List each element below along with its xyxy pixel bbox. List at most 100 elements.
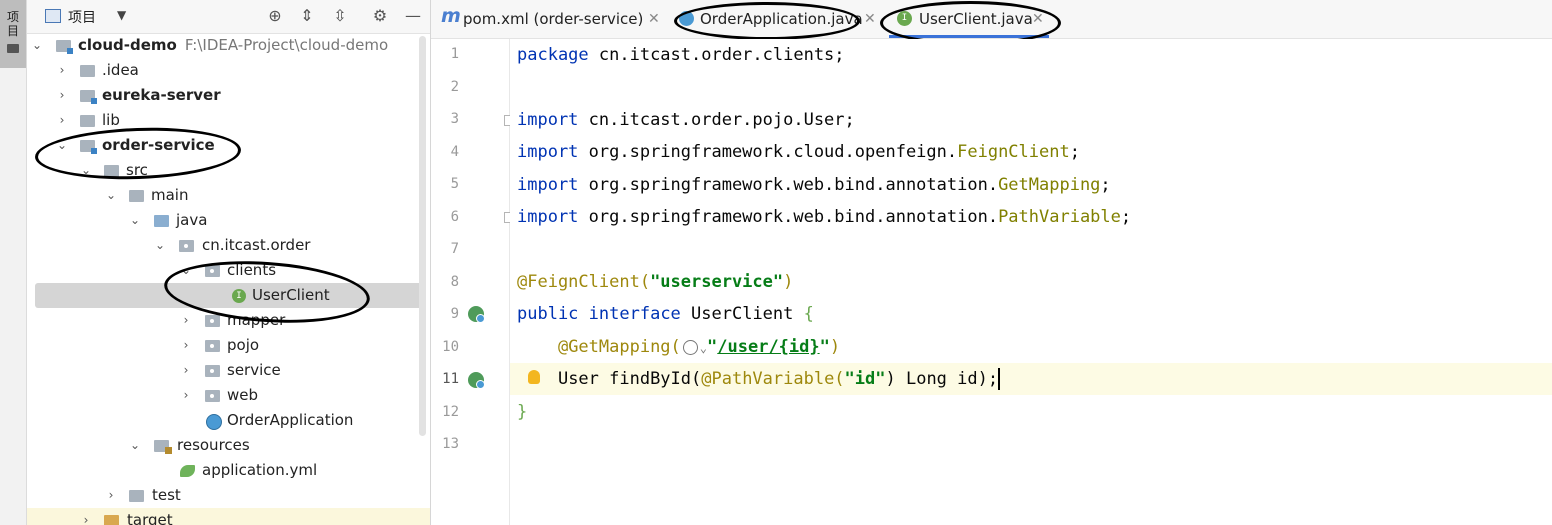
package-icon	[205, 315, 220, 327]
yaml-file-icon	[180, 465, 195, 477]
spring-class-icon	[206, 414, 222, 430]
tree-item-resources[interactable]: ⌄ resources	[27, 433, 430, 458]
tab-label: pom.xml (order-service)	[463, 10, 644, 28]
tree-item-target[interactable]: › target	[27, 508, 430, 525]
chevron-down-icon[interactable]: ⌄	[129, 433, 141, 458]
tree-item-web[interactable]: › web	[27, 383, 430, 408]
chevron-down-icon[interactable]: ⌄	[129, 208, 141, 233]
tree-item-java[interactable]: ⌄ java	[27, 208, 430, 233]
chevron-right-icon[interactable]: ›	[56, 83, 68, 108]
line-number: 2	[450, 79, 459, 95]
folder-icon	[129, 490, 144, 502]
project-tool-tab[interactable]: 项目	[0, 0, 26, 68]
tree-item-lib[interactable]: › lib	[27, 108, 430, 133]
tab-pom-xml[interactable]: m pom.xml (order-service) ✕	[441, 0, 671, 38]
tree-item-label: java	[176, 211, 208, 229]
line-number: 7	[450, 241, 459, 257]
package-icon	[205, 340, 220, 352]
source-folder-icon	[154, 215, 169, 227]
chevron-right-icon[interactable]: ›	[180, 358, 192, 383]
project-panel-title: 项目	[68, 10, 96, 26]
tree-item-pojo[interactable]: › pojo	[27, 333, 430, 358]
tree-item-application-yml[interactable]: application.yml	[27, 458, 430, 483]
code-line-8: @FeignClient("userservice")	[517, 272, 794, 292]
tree-item-label: test	[152, 486, 181, 504]
tree-item-eureka-server[interactable]: › eureka-server	[27, 83, 430, 108]
project-panel-header: 项目 ▼ ⊕ ⇕ ⇳ ⚙ —	[27, 0, 430, 34]
close-icon[interactable]: ✕	[864, 0, 876, 38]
tree-item-cloud-demo[interactable]: ⌄ cloud-demo F:\IDEA-Project\cloud-demo	[27, 33, 430, 58]
hide-panel-icon[interactable]: —	[402, 5, 424, 27]
resources-folder-icon	[154, 440, 172, 454]
expand-all-icon[interactable]: ⇕	[296, 5, 318, 27]
endpoint-gutter-icon[interactable]	[468, 372, 485, 389]
line-number: 12	[442, 404, 459, 420]
code-line-5: import org.springframework.web.bind.anno…	[517, 175, 1111, 195]
tree-item-label: OrderApplication	[227, 411, 354, 429]
line-number: 6	[450, 209, 459, 225]
tree-item-idea[interactable]: › .idea	[27, 58, 430, 83]
tree-item-label: .idea	[102, 61, 139, 79]
chevron-right-icon[interactable]: ›	[56, 108, 68, 133]
close-icon[interactable]: ✕	[648, 0, 660, 38]
code-line-10: @GetMapping(⌄"/user/{id}")	[557, 337, 841, 357]
chevron-right-icon[interactable]: ›	[180, 333, 192, 358]
code-line-9: public interface UserClient {	[517, 304, 814, 324]
folder-icon	[7, 44, 19, 53]
code-editor[interactable]: package cn.itcast.order.clients; import …	[510, 39, 1552, 525]
line-number: 5	[450, 176, 459, 192]
tree-item-cn-itcast-order[interactable]: ⌄ cn.itcast.order	[27, 233, 430, 258]
project-window-icon	[45, 9, 61, 23]
code-line-12: }	[517, 402, 528, 422]
chevron-right-icon[interactable]: ›	[180, 308, 192, 333]
chevron-down-icon[interactable]: ▼	[117, 8, 126, 22]
editor-tab-bar: m pom.xml (order-service) ✕ OrderApplica…	[431, 0, 1552, 45]
tree-item-label: application.yml	[202, 461, 318, 479]
globe-icon[interactable]	[682, 339, 698, 355]
tree-item-service[interactable]: › service	[27, 358, 430, 383]
package-icon	[179, 240, 194, 252]
tree-item-label: service	[227, 361, 281, 379]
line-number: 4	[450, 144, 459, 160]
tree-item-label: main	[151, 186, 189, 204]
line-number: 13	[442, 436, 459, 452]
code-line-6: import org.springframework.web.bind.anno…	[517, 207, 1132, 227]
url-link[interactable]: /user/{id}	[717, 337, 819, 357]
tree-item-label: pojo	[227, 336, 260, 354]
chevron-down-icon[interactable]: ⌄	[105, 183, 117, 208]
tree-item-label: cn.itcast.order	[202, 236, 311, 254]
locate-icon[interactable]: ⊕	[264, 5, 286, 27]
tree-item-orderapplication[interactable]: OrderApplication	[27, 408, 430, 433]
project-path: F:\IDEA-Project\cloud-demo	[184, 36, 389, 54]
chevron-right-icon[interactable]: ›	[80, 508, 92, 525]
chevron-right-icon[interactable]: ›	[56, 58, 68, 83]
text-cursor	[998, 368, 1001, 390]
package-icon	[205, 390, 220, 402]
chevron-down-icon[interactable]: ⌄	[31, 33, 43, 58]
module-folder-icon	[56, 40, 73, 54]
line-number: 8	[450, 274, 459, 290]
folder-icon	[129, 190, 144, 202]
chevron-down-icon[interactable]: ⌄	[154, 233, 166, 258]
project-scrollbar[interactable]	[419, 36, 426, 436]
tree-item-test[interactable]: › test	[27, 483, 430, 508]
gear-icon[interactable]: ⚙	[369, 5, 391, 27]
module-folder-icon	[80, 90, 97, 104]
folder-icon	[80, 115, 95, 127]
code-line-1: package cn.itcast.order.clients;	[517, 45, 845, 65]
tree-item-label: web	[227, 386, 259, 404]
collapse-all-icon[interactable]: ⇳	[329, 5, 351, 27]
feign-client-gutter-icon[interactable]	[468, 306, 485, 323]
chevron-right-icon[interactable]: ›	[180, 383, 192, 408]
line-number: 3	[450, 111, 459, 127]
folder-icon	[80, 65, 95, 77]
project-tool-tab-label: 项目	[7, 10, 20, 38]
tree-item-label: eureka-server	[102, 86, 221, 104]
project-panel: 项目 ▼ ⊕ ⇕ ⇳ ⚙ — ⌄ cloud-demo F:\IDEA-Proje…	[27, 0, 431, 525]
tree-item-label: cloud-demo	[78, 36, 177, 54]
tree-item-main[interactable]: ⌄ main	[27, 183, 430, 208]
code-line-4: import org.springframework.cloud.openfei…	[517, 142, 1080, 162]
maven-icon: m	[441, 5, 461, 27]
tool-window-strip: 项目	[0, 0, 27, 525]
chevron-right-icon[interactable]: ›	[105, 483, 117, 508]
